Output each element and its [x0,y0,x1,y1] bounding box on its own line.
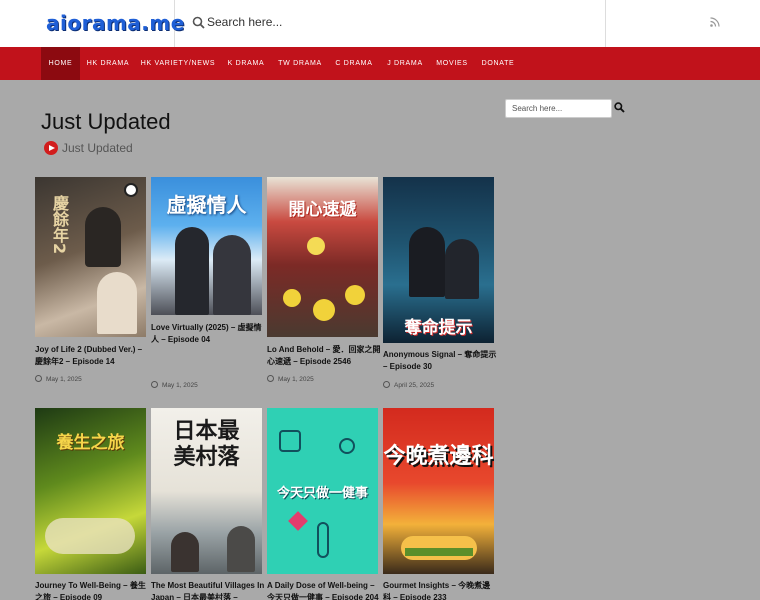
poster-figure [409,227,445,297]
post-thumbnail[interactable]: 養生之旅 [35,408,146,574]
nav-tw-drama[interactable]: TW DRAMA [276,47,324,80]
post-thumbnail[interactable]: 奪命提示 [383,177,494,343]
post-title[interactable]: Anonymous Signal – 奪命提示 – Episode 30 [383,349,497,373]
search-icon [192,16,205,29]
poster-balloon [313,299,335,321]
poster-balloon [345,285,365,305]
post-date: May 1, 2025 [267,375,314,383]
poster-figure [213,235,251,315]
poster-scroll [45,518,135,554]
nav-c-drama[interactable]: C DRAMA [333,47,375,80]
search-input[interactable]: Search here... [207,15,282,29]
nav-home[interactable]: HOME [41,47,80,80]
poster-title-art: 今天只做一健事 [276,486,368,501]
poster-figure [445,239,479,299]
poster-balloon [307,237,325,255]
poster-doodle [339,438,355,454]
poster-figure [171,532,199,572]
sidebar-search-placeholder: Search here... [512,104,563,113]
clock-icon [151,381,158,388]
poster-title-art: 日本最美村落 [173,418,240,470]
header-search[interactable]: Search here... [176,0,606,47]
post-thumbnail[interactable]: 日本最美村落 [151,408,262,574]
poster-title-art: 虛擬情人 [166,193,247,217]
post-date: April 25, 2025 [383,381,434,389]
nav-k-drama[interactable]: K DRAMA [224,47,268,80]
poster-title-art: 今晚煮邊科 [383,444,494,469]
main-nav: HOME HK DRAMA HK VARIETY/NEWS K DRAMA TW… [0,47,760,80]
nav-hk-drama[interactable]: HK DRAMA [84,47,132,80]
channel-badge-icon [124,183,138,197]
nav-donate[interactable]: DONATE [479,47,517,80]
site-logo[interactable]: aiorama.me [46,11,185,35]
nav-hk-variety-news[interactable]: HK VARIETY/NEWS [140,47,216,80]
clock-icon [35,375,42,382]
play-icon [44,141,58,155]
post-title[interactable]: Love Virtually (2025) – 虛擬情人 – Episode 0… [151,322,265,346]
post-date: May 1, 2025 [151,381,198,389]
logo-area: aiorama.me [0,0,184,47]
poster-figure [97,272,137,334]
clock-icon [267,375,274,382]
poster-figure [227,526,255,572]
poster-doodle [279,430,301,452]
section-label-text: Just Updated [62,141,133,155]
post-thumbnail[interactable]: 今晚煮邊科 [383,408,494,574]
post-thumbnail[interactable]: 虛擬情人 [151,177,262,315]
poster-figure [175,227,209,315]
top-header: aiorama.me Search here... [0,0,760,47]
poster-title-art: 養生之旅 [56,433,125,453]
poster-doodle [317,522,329,558]
poster-burger-layer [405,548,473,556]
page-title: Just Updated [41,109,171,134]
nav-j-drama[interactable]: J DRAMA [384,47,426,80]
sidebar-search-icon[interactable] [614,102,625,113]
clock-icon [383,381,390,388]
post-title[interactable]: A Daily Dose of Well-being – 今天只做一健事 – E… [267,580,381,600]
rss-icon[interactable] [710,17,720,27]
poster-title-art: 開心速遞 [288,200,357,220]
post-date: May 1, 2025 [35,375,82,383]
post-thumbnail[interactable]: 開心速遞 [267,177,378,337]
poster-title-art: 奪命提示 [404,318,473,338]
nav-movies[interactable]: MOVIES [434,47,470,80]
poster-calligraphy: 慶餘年2 [50,195,69,255]
sidebar-search-input[interactable]: Search here... [505,99,612,118]
post-thumbnail[interactable]: 慶餘年2 [35,177,146,337]
poster-figure [85,207,121,267]
heart-icon [288,511,308,531]
post-title[interactable]: Lo And Behold – 愛．回家之開心速遞 – Episode 2546 [267,344,381,368]
post-title[interactable]: Gourmet Insights – 今晚煮邊科 – Episode 233 [383,580,497,600]
post-title[interactable]: Journey To Well-Being – 養生之旅 – Episode 0… [35,580,149,600]
poster-balloon [283,289,301,307]
post-thumbnail[interactable]: 今天只做一健事 [267,408,378,574]
post-title[interactable]: Joy of Life 2 (Dubbed Ver.) – 慶餘年2 – Epi… [35,344,149,368]
post-title[interactable]: The Most Beautiful Villages In Japan – 日… [151,580,265,600]
